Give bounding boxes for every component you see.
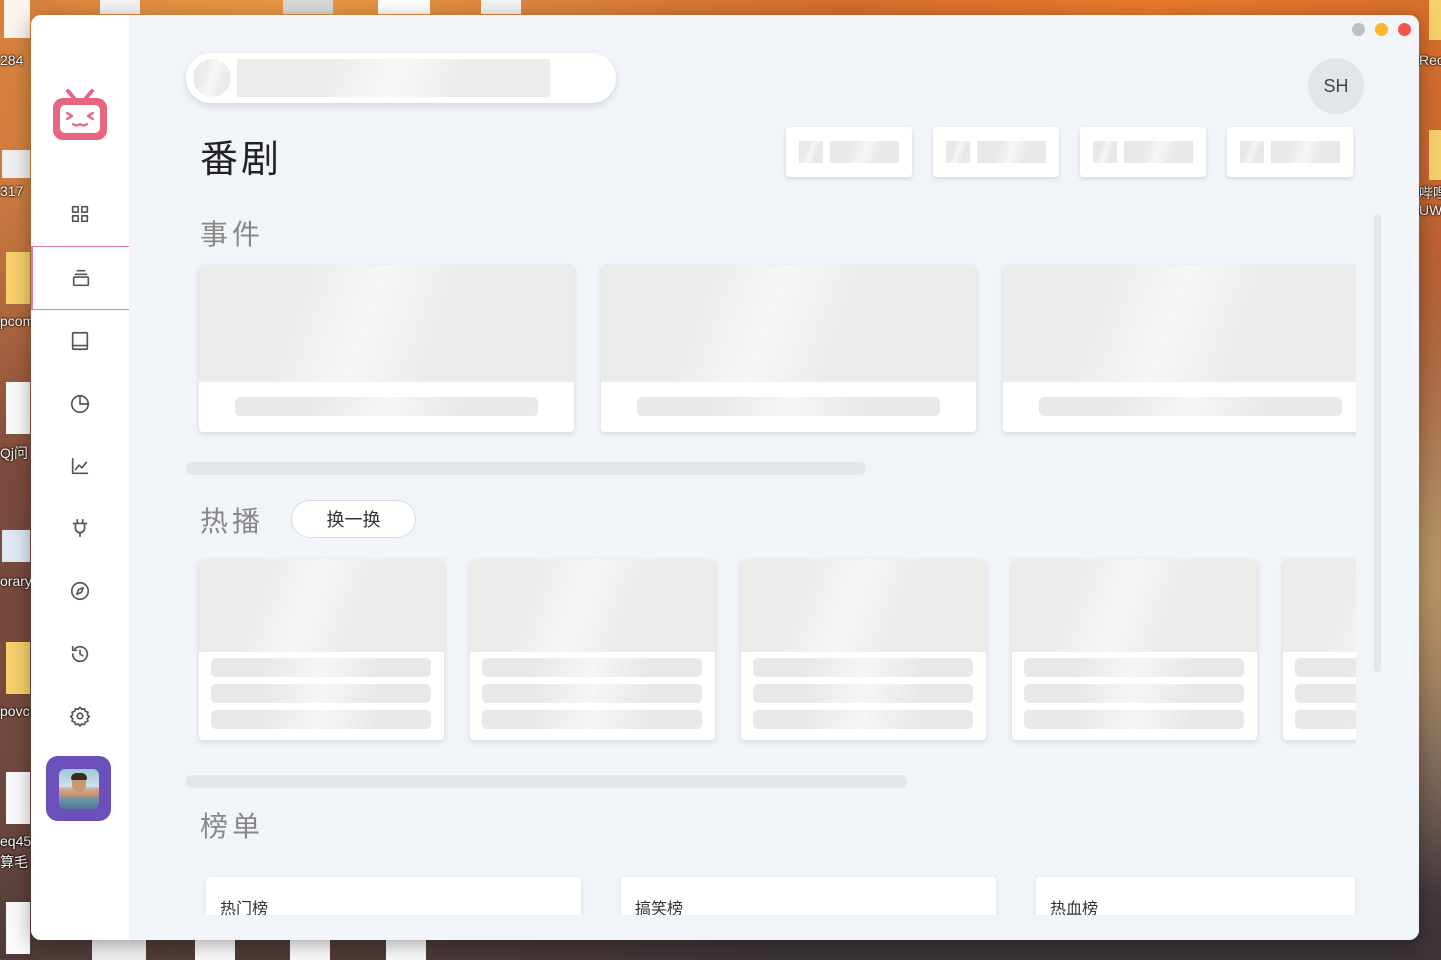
- desktop-icon-label[interactable]: Qj问: [0, 443, 28, 463]
- refresh-button[interactable]: 换一换: [291, 500, 416, 538]
- vertical-scrollbar[interactable]: [1374, 214, 1381, 672]
- desktop-file-icon[interactable]: [378, 0, 430, 14]
- hot-card-skeleton[interactable]: [199, 559, 444, 740]
- line-chart-icon: [71, 457, 89, 475]
- desktop-icon-label[interactable]: povc: [0, 703, 30, 719]
- desktop-icon-label[interactable]: UW: [1419, 202, 1441, 218]
- stack-icon: [72, 269, 90, 287]
- hot-card-skeleton[interactable]: [741, 559, 986, 740]
- event-card-skeleton[interactable]: [601, 265, 976, 432]
- sidebar-item-history[interactable]: [31, 622, 129, 686]
- section-title-hot: 热播: [200, 505, 265, 538]
- content-bottom-fade: [129, 915, 1419, 940]
- desktop-folder-icon[interactable]: [1429, 130, 1441, 180]
- minimize-button[interactable]: [1352, 23, 1365, 36]
- section-title-events: 事件: [200, 218, 265, 251]
- book-icon: [71, 331, 89, 351]
- close-button[interactable]: [1398, 23, 1411, 36]
- page-title: 番剧: [200, 137, 283, 181]
- sidebar-item-plugins[interactable]: [31, 496, 129, 560]
- search-input-skeleton[interactable]: [186, 53, 616, 103]
- history-icon: [71, 645, 89, 663]
- sidebar-item-stats[interactable]: [31, 372, 129, 436]
- app-window: SH 番剧 事件 热播 换一换 榜单 热门榜 搞笑榜 热血榜: [31, 15, 1419, 940]
- event-card-skeleton[interactable]: [199, 265, 574, 432]
- desktop-file-icon[interactable]: [4, 0, 30, 38]
- desktop-icon-label[interactable]: pcom: [0, 313, 34, 329]
- hot-card-skeleton[interactable]: [1012, 559, 1257, 740]
- filter-button-skeleton[interactable]: [786, 127, 912, 177]
- desktop-file-icon[interactable]: [195, 940, 235, 960]
- desktop-icon-label[interactable]: eq45: [0, 833, 31, 849]
- desktop-file-icon[interactable]: [283, 0, 333, 14]
- filter-button-skeleton[interactable]: [1080, 127, 1206, 177]
- desktop-icon-label[interactable]: 317: [0, 183, 23, 199]
- sidebar-item-explore[interactable]: [31, 559, 129, 623]
- hot-scrollbar[interactable]: [186, 775, 907, 788]
- search-text-placeholder: [237, 59, 550, 97]
- bilibili-tv-icon[interactable]: [51, 87, 109, 143]
- sidebar-item-settings[interactable]: [31, 684, 129, 748]
- hot-card-skeleton[interactable]: [470, 559, 715, 740]
- desktop-file-icon[interactable]: [2, 530, 30, 562]
- user-initials-avatar[interactable]: SH: [1308, 58, 1364, 114]
- desktop-icon-label[interactable]: 284: [0, 52, 23, 68]
- maximize-button[interactable]: [1375, 23, 1388, 36]
- sidebar-item-bangumi[interactable]: [31, 246, 129, 310]
- desktop-file-icon[interactable]: [100, 0, 140, 14]
- plug-icon: [72, 518, 88, 538]
- hot-carousel[interactable]: [186, 550, 1356, 750]
- user-avatar-button[interactable]: [46, 756, 111, 821]
- filter-button-skeleton[interactable]: [1227, 127, 1353, 177]
- desktop-icon-label[interactable]: Rec: [1419, 52, 1441, 68]
- desktop-file-icon[interactable]: [290, 940, 330, 960]
- desktop-icon-label[interactable]: orary: [0, 573, 32, 589]
- avatar: [58, 768, 99, 809]
- sidebar: [31, 15, 129, 940]
- desktop-file-icon[interactable]: [6, 902, 30, 954]
- desktop-folder-icon[interactable]: [1429, 0, 1441, 40]
- gear-icon: [69, 706, 91, 727]
- hot-card-skeleton[interactable]: [1283, 559, 1356, 740]
- desktop-folder-icon[interactable]: [6, 252, 30, 304]
- sidebar-item-library[interactable]: [31, 309, 129, 373]
- events-carousel[interactable]: [186, 255, 1356, 440]
- desktop-file-icon[interactable]: [6, 772, 30, 824]
- desktop-file-icon[interactable]: [386, 940, 426, 960]
- event-card-skeleton[interactable]: [1003, 265, 1356, 432]
- desktop-icon-label[interactable]: 哔哩: [1419, 183, 1441, 203]
- desktop-folder-icon[interactable]: [6, 642, 30, 694]
- sidebar-item-trends[interactable]: [31, 434, 129, 498]
- compass-icon: [70, 581, 90, 601]
- pie-chart-icon: [70, 394, 90, 414]
- grid-icon: [71, 205, 89, 223]
- desktop-icon-label[interactable]: 算毛: [0, 852, 28, 872]
- section-title-rankings: 榜单: [200, 810, 265, 843]
- desktop-file-icon[interactable]: [2, 150, 30, 178]
- desktop-file-icon[interactable]: [92, 940, 146, 960]
- search-icon-placeholder: [193, 59, 231, 97]
- events-scrollbar[interactable]: [186, 462, 866, 475]
- desktop-file-icon[interactable]: [6, 382, 30, 434]
- filter-button-skeleton[interactable]: [933, 127, 1059, 177]
- sidebar-item-home[interactable]: [31, 182, 129, 246]
- desktop-file-icon[interactable]: [481, 0, 521, 14]
